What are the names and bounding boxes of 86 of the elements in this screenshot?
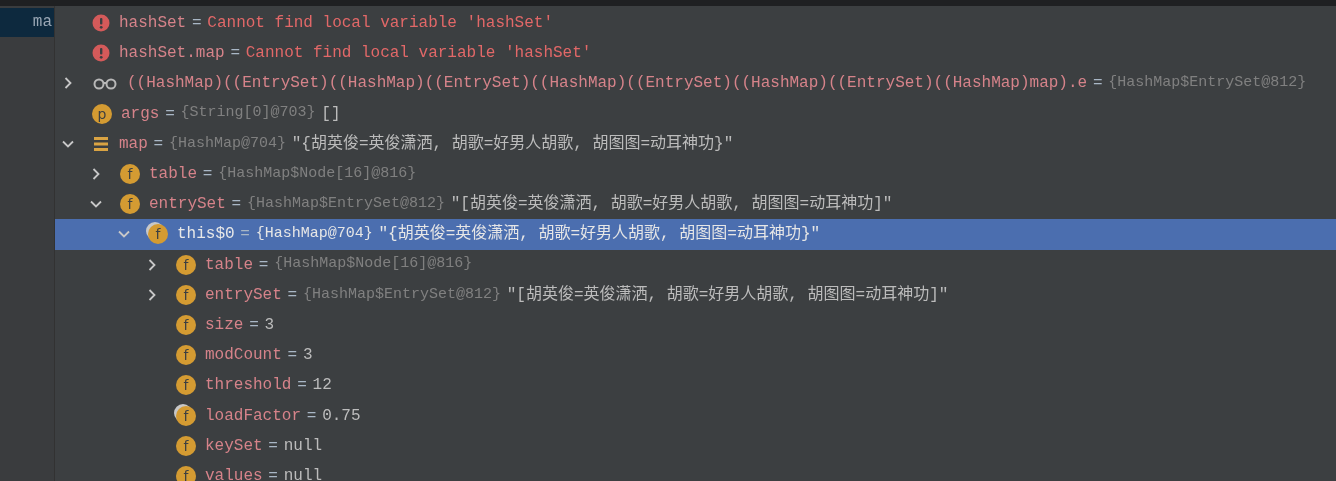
variable-row[interactable]: f modCount = 3 <box>55 340 1336 371</box>
variable-row[interactable]: hashSet.map = Cannot find local variable 'hashSet' <box>55 38 1336 69</box>
equals-sign: = <box>258 254 269 276</box>
list-icon <box>92 134 110 153</box>
error-icon <box>92 44 110 63</box>
variable-value: "{胡英俊=英俊潇洒, 胡歌=好男人胡歌, 胡图图=动耳神功}" <box>291 133 734 155</box>
field-icon: f <box>176 375 196 396</box>
variable-row[interactable]: f values = null <box>55 460 1336 481</box>
field-icon: f <box>176 314 196 335</box>
variable-value: 0.75 <box>322 405 361 427</box>
equals-sign: = <box>249 314 259 336</box>
variable-value: "{胡英俊=英俊潇洒, 胡歌=好男人胡歌, 胡图图=动耳神功}" <box>378 223 821 246</box>
variable-name: hashSet.map <box>119 43 225 65</box>
variable-row[interactable]: f threshold = 12 <box>55 370 1336 401</box>
field-icon: f <box>176 345 196 366</box>
variable-value: null <box>283 465 323 481</box>
equals-sign: = <box>306 405 317 427</box>
variable-type: {String[0]@703} <box>180 103 316 124</box>
variable-type: {HashMap$Node[16]@816} <box>274 254 473 275</box>
variable-type: {HashMap$Node[16]@816} <box>218 163 417 184</box>
variable-name: modCount <box>205 345 282 367</box>
variable-name: entrySet <box>149 194 226 216</box>
error-message: Cannot find local variable 'hashSet' <box>207 13 553 35</box>
variable-row[interactable]: hashSet = Cannot find local variable 'hashSet' <box>55 8 1336 39</box>
equals-sign: = <box>230 43 240 65</box>
equals-sign: = <box>240 224 250 246</box>
variable-row[interactable]: p args = {String[0]@703} [] <box>55 98 1336 129</box>
field-icon: f <box>120 164 140 185</box>
equals-sign: = <box>1092 73 1103 95</box>
variable-row[interactable]: f loadFactor = 0.75 <box>55 400 1336 431</box>
variable-row[interactable]: f this$0 = {HashMap@704} "{胡英俊=英俊潇洒, 胡歌=好男人胡歌, 胡图图=动耳神功}" <box>55 219 1336 250</box>
variable-row[interactable]: f table = {HashMap$Node[16]@816} <box>55 249 1336 280</box>
equals-sign: = <box>153 133 164 155</box>
equals-sign: = <box>202 164 213 186</box>
variable-name: keySet <box>205 435 263 457</box>
field-icon: f <box>176 254 196 275</box>
variable-value: [] <box>321 103 341 125</box>
variable-type: {HashMap$EntrySet@812} <box>302 284 501 305</box>
variable-value: 3 <box>264 314 275 336</box>
variable-row[interactable]: ((HashMap)((EntrySet)((HashMap)((EntrySet)((HashMap)((EntrySet)((HashMap)((EntrySet)((HashMap)map).e = {HashMap$EntrySet@812} <box>55 68 1336 99</box>
variable-value: "[胡英俊=英俊潇洒, 胡歌=好男人胡歌, 胡图图=动耳神功]" <box>506 284 949 306</box>
equals-sign: = <box>297 375 307 397</box>
glasses-icon <box>92 76 118 91</box>
variable-name: table <box>205 254 253 276</box>
frame-item[interactable]: ma <box>0 8 54 37</box>
variable-value: 3 <box>302 345 313 367</box>
field-icon: f <box>176 405 196 426</box>
error-icon <box>92 14 110 33</box>
field-icon: f <box>176 435 196 456</box>
field-icon: f <box>176 284 196 305</box>
variable-name: table <box>149 164 197 186</box>
variable-name: values <box>205 465 263 481</box>
variable-value: null <box>283 435 323 457</box>
variable-name: ((HashMap)((EntrySet)((HashMap)((EntrySet)((HashMap)((EntrySet)((HashMap)((EntrySet)((HashMap)map).e <box>127 73 1088 95</box>
variable-name: hashSet <box>119 13 187 35</box>
error-message: Cannot find local variable 'hashSet' <box>245 43 592 65</box>
variable-name: this$0 <box>177 224 235 246</box>
variable-name: entrySet <box>205 284 282 306</box>
equals-sign: = <box>287 345 298 367</box>
variable-name: size <box>205 314 244 336</box>
variable-type: {HashMap$EntrySet@812} <box>246 193 445 214</box>
variable-row[interactable]: f entrySet = {HashMap$EntrySet@812} "[胡英俊=英俊潇洒, 胡歌=好男人胡歌, 胡图图=动耳神功]" <box>55 279 1336 310</box>
variable-row[interactable]: f size = 3 <box>55 309 1336 341</box>
equals-sign: = <box>231 194 242 216</box>
equals-sign: = <box>268 435 278 457</box>
variable-name: threshold <box>205 375 292 397</box>
field-icon: f <box>148 224 168 245</box>
equals-sign: = <box>268 465 278 481</box>
equals-sign: = <box>165 103 175 125</box>
variable-type: {HashMap@704} <box>168 133 286 154</box>
variable-name: loadFactor <box>205 405 301 427</box>
variable-name: args <box>121 103 160 125</box>
field-icon: f <box>120 194 140 215</box>
equals-sign: = <box>287 284 298 306</box>
equals-sign: = <box>191 13 202 35</box>
variable-row[interactable]: f table = {HashMap$Node[16]@816} <box>55 158 1336 190</box>
field-icon: f <box>176 465 196 481</box>
parameter-icon: p <box>92 103 112 124</box>
variable-value: 12 <box>312 375 332 397</box>
variable-name: map <box>119 133 148 155</box>
variable-row[interactable]: f entrySet = {HashMap$EntrySet@812} "[胡英俊=英俊潇洒, 胡歌=好男人胡歌, 胡图图=动耳神功]" <box>55 189 1336 220</box>
variable-type: {HashMap$EntrySet@812} <box>1108 73 1307 94</box>
variable-row[interactable]: map = {HashMap@704} "{胡英俊=英俊潇洒, 胡歌=好男人胡歌, 胡图图=动耳神功}" <box>55 128 1336 159</box>
variable-value: "[胡英俊=英俊潇洒, 胡歌=好男人胡歌, 胡图图=动耳神功]" <box>450 193 893 216</box>
variable-row[interactable]: f keySet = null <box>55 430 1336 461</box>
variable-type: {HashMap@704} <box>255 224 373 245</box>
